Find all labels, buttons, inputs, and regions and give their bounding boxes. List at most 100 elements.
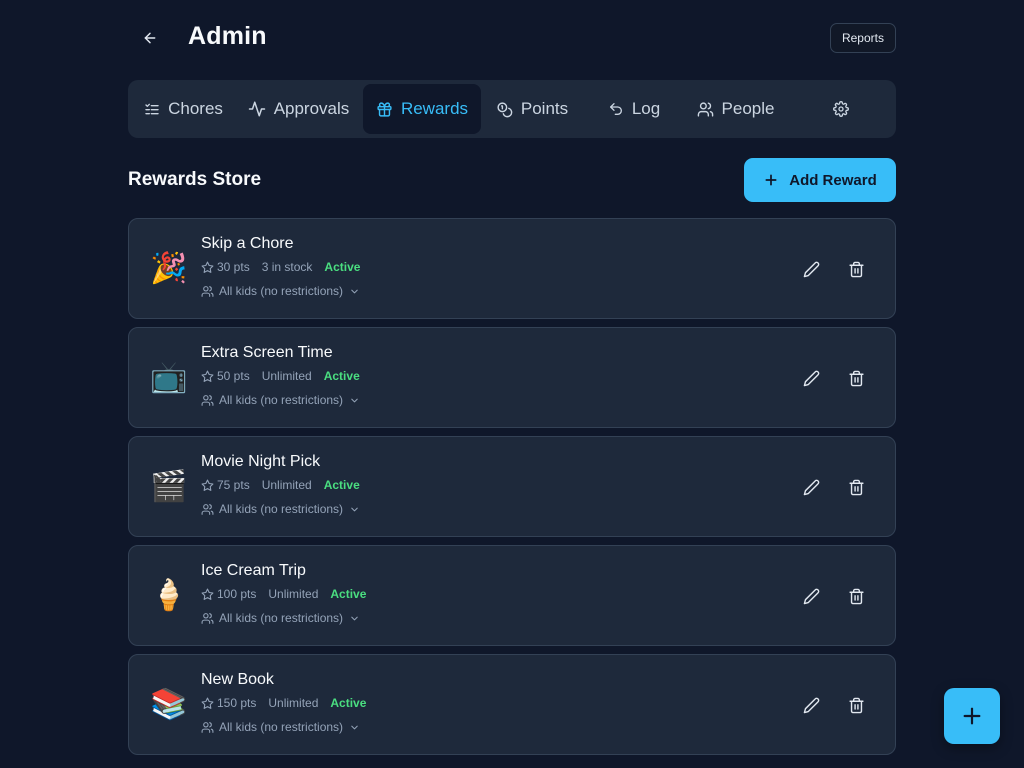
restriction-dropdown[interactable]: All kids (no restrictions) xyxy=(201,392,360,408)
restriction-dropdown[interactable]: All kids (no restrictions) xyxy=(201,610,360,626)
reward-name: New Book xyxy=(201,671,274,688)
edit-button[interactable] xyxy=(799,693,823,717)
list-check-icon xyxy=(145,103,159,115)
edit-button[interactable] xyxy=(799,584,823,608)
star-icon xyxy=(201,588,214,600)
delete-button[interactable] xyxy=(844,693,868,717)
floating-add-button[interactable] xyxy=(944,688,1000,744)
reward-name: Skip a Chore xyxy=(201,235,294,252)
reward-card: 📺 Extra Screen Time 50 pts Unlimited Act… xyxy=(128,327,896,428)
delete-button[interactable] xyxy=(844,257,868,281)
star-icon xyxy=(201,370,214,382)
reward-card: 🍦 Ice Cream Trip 100 pts Unlimited Activ… xyxy=(128,545,896,646)
section-title: Rewards Store xyxy=(128,169,262,190)
reports-button[interactable]: Reports xyxy=(829,23,896,53)
tab-rewards[interactable]: Rewards xyxy=(363,84,481,134)
reward-meta: 150 pts Unlimited Active xyxy=(201,695,366,711)
plus-icon xyxy=(963,707,981,725)
back-button[interactable] xyxy=(136,24,164,52)
plus-icon xyxy=(765,174,777,186)
undo-icon xyxy=(609,103,622,115)
reward-meta: 30 pts 3 in stock Active xyxy=(201,259,360,275)
reward-points: 30 pts xyxy=(217,260,250,274)
reward-card: 🎬 Movie Night Pick 75 pts Unlimited Acti… xyxy=(128,436,896,537)
pencil-icon xyxy=(803,479,819,495)
coins-icon xyxy=(497,101,513,117)
status-badge: Active xyxy=(323,369,360,383)
tab-label: People xyxy=(721,99,775,118)
page-header: Admin Reports xyxy=(128,0,896,76)
users-icon xyxy=(201,721,214,733)
reward-name: Ice Cream Trip xyxy=(201,562,306,579)
add-reward-label: Add Reward xyxy=(789,171,877,189)
star-icon xyxy=(201,261,214,273)
tab-chores[interactable]: Chores xyxy=(132,84,235,134)
reward-emoji-icon: 🍦 xyxy=(150,579,188,612)
status-badge: Active xyxy=(324,260,361,274)
reward-emoji-icon: 🎉 xyxy=(150,252,188,285)
pencil-icon xyxy=(803,261,819,277)
reward-meta: 75 pts Unlimited Active xyxy=(201,477,360,493)
chevron-down-icon xyxy=(351,398,358,402)
reward-card: 📚 New Book 150 pts Unlimited Active All … xyxy=(128,654,896,755)
pencil-icon xyxy=(803,588,819,604)
edit-button[interactable] xyxy=(799,475,823,499)
reward-points: 75 pts xyxy=(217,478,250,492)
add-reward-button[interactable]: Add Reward xyxy=(744,158,896,202)
main-container: Admin Reports Chores Approvals Rewards P… xyxy=(128,0,896,755)
restriction-dropdown[interactable]: All kids (no restrictions) xyxy=(201,283,360,299)
chevron-down-icon xyxy=(351,616,358,620)
users-icon xyxy=(201,285,214,297)
delete-button[interactable] xyxy=(844,475,868,499)
tab-points[interactable]: Points xyxy=(487,84,577,134)
edit-button[interactable] xyxy=(799,257,823,281)
star-icon xyxy=(201,479,214,491)
chevron-down-icon xyxy=(351,507,358,511)
reward-stock: Unlimited xyxy=(268,587,319,601)
users-icon xyxy=(201,612,214,624)
reward-emoji-icon: 📺 xyxy=(150,361,188,394)
restriction-label: All kids (no restrictions) xyxy=(219,393,344,407)
restriction-label: All kids (no restrictions) xyxy=(219,284,344,298)
users-icon xyxy=(697,101,713,117)
tab-label: Points xyxy=(520,99,569,118)
restriction-label: All kids (no restrictions) xyxy=(219,611,344,625)
reward-meta: 100 pts Unlimited Active xyxy=(201,586,366,602)
reward-points: 150 pts xyxy=(217,696,257,710)
tab-settings[interactable] xyxy=(818,84,864,134)
admin-page: Admin Reports Chores Approvals Rewards P… xyxy=(0,0,1024,768)
trash-icon xyxy=(848,261,864,277)
reward-stock: Unlimited xyxy=(268,696,319,710)
reward-name: Movie Night Pick xyxy=(201,453,321,470)
edit-button[interactable] xyxy=(799,366,823,390)
reward-list: 🎉 Skip a Chore 30 pts 3 in stock Active … xyxy=(128,218,896,763)
delete-button[interactable] xyxy=(844,366,868,390)
gift-icon xyxy=(377,101,392,117)
reward-stock: Unlimited xyxy=(261,369,312,383)
star-icon xyxy=(201,697,214,709)
reward-emoji-icon: 🎬 xyxy=(150,470,188,503)
restriction-dropdown[interactable]: All kids (no restrictions) xyxy=(201,719,360,735)
reward-points: 100 pts xyxy=(217,587,257,601)
reward-points: 50 pts xyxy=(217,369,250,383)
tab-label: Log xyxy=(631,99,661,118)
trash-icon xyxy=(848,588,864,604)
reward-card: 🎉 Skip a Chore 30 pts 3 in stock Active … xyxy=(128,218,896,319)
pencil-icon xyxy=(803,697,819,713)
restriction-dropdown[interactable]: All kids (no restrictions) xyxy=(201,501,360,517)
tab-approvals[interactable]: Approvals xyxy=(241,84,356,134)
reward-emoji-icon: 📚 xyxy=(150,688,188,721)
page-title: Admin xyxy=(188,22,267,50)
trash-icon xyxy=(848,697,864,713)
reward-stock: Unlimited xyxy=(261,478,312,492)
activity-icon xyxy=(248,101,265,117)
status-badge: Active xyxy=(323,478,360,492)
users-icon xyxy=(201,503,214,515)
tab-bar: Chores Approvals Rewards Points Log Peop… xyxy=(128,80,896,138)
tab-people[interactable]: People xyxy=(688,84,783,134)
delete-button[interactable] xyxy=(844,584,868,608)
tab-log[interactable]: Log xyxy=(590,84,678,134)
restriction-label: All kids (no restrictions) xyxy=(219,720,344,734)
restriction-label: All kids (no restrictions) xyxy=(219,502,344,516)
status-badge: Active xyxy=(330,587,367,601)
